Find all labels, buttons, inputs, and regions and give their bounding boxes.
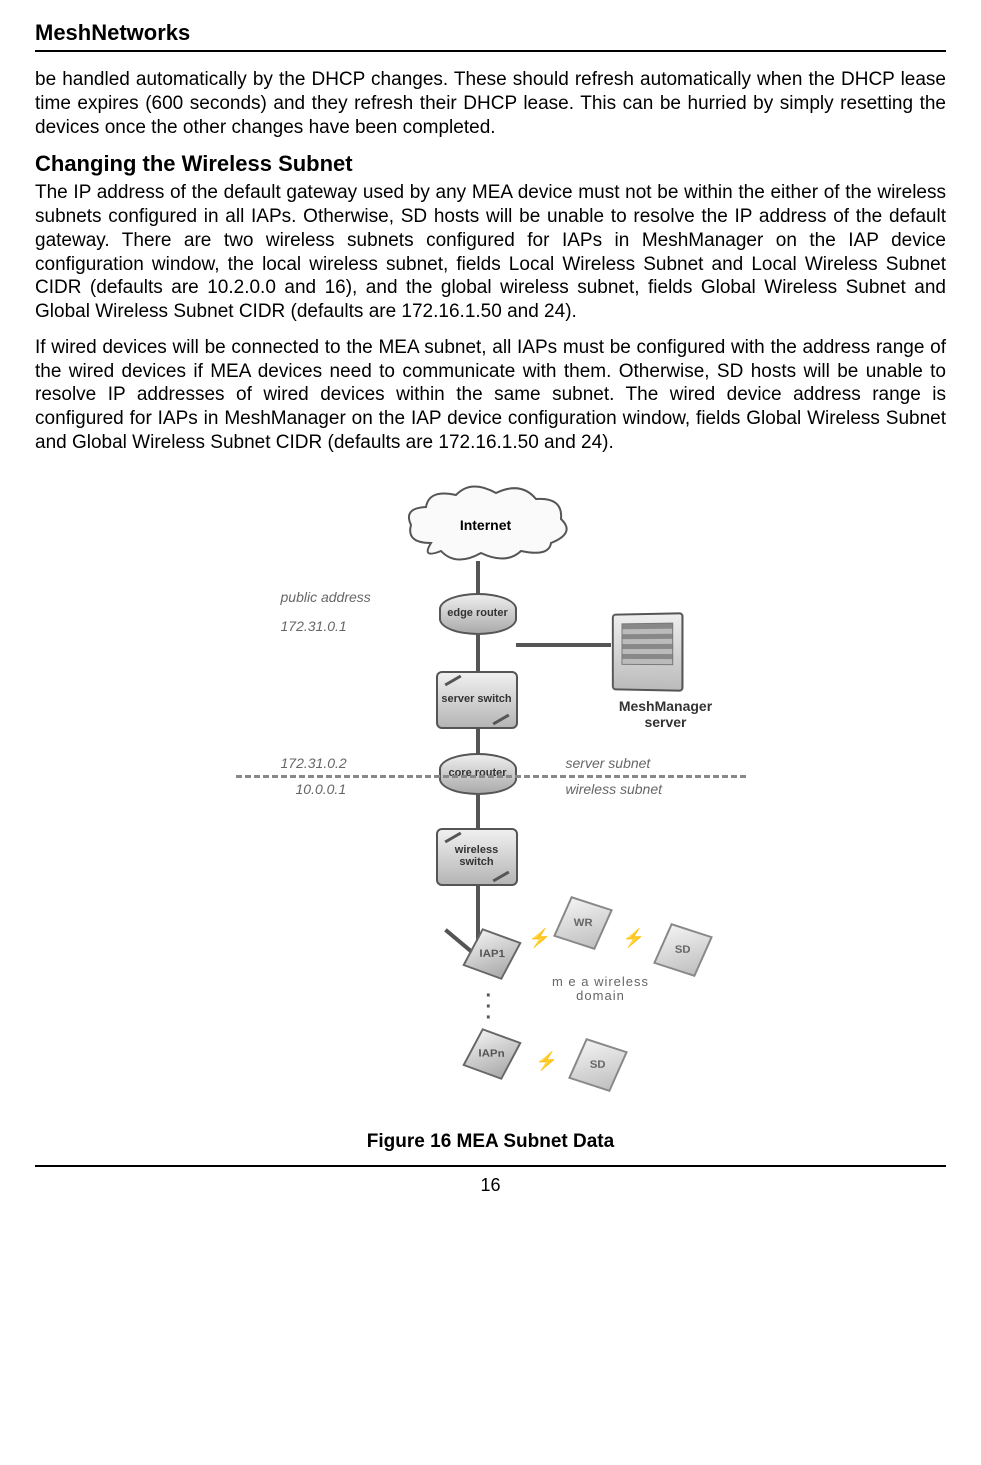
page-title: MeshNetworks — [35, 20, 946, 52]
wr-label: WR — [573, 917, 592, 929]
server-connector — [516, 643, 611, 647]
wireless-switch: wireless switch — [436, 828, 524, 886]
ip-label-3: 10.0.0.1 — [296, 781, 347, 797]
paragraph-gateway: The IP address of the default gateway us… — [35, 181, 946, 324]
backbone-line — [476, 635, 480, 673]
internet-cloud: Internet — [401, 483, 571, 568]
ip-label-2: 172.31.0.2 — [281, 755, 347, 771]
network-diagram: Internet edge router public address 172.… — [211, 483, 771, 1123]
paragraph-wired-devices: If wired devices will be connected to th… — [35, 336, 946, 455]
server-subnet-label: server subnet — [566, 755, 651, 771]
iapn-node: IAPn — [462, 1028, 521, 1080]
backbone-line — [476, 729, 480, 755]
figure-caption: Figure 16 MEA Subnet Data — [35, 1131, 946, 1153]
iapn-label: IAPn — [478, 1048, 504, 1060]
iap1-label: IAP1 — [479, 948, 505, 960]
iap1-node: IAP1 — [462, 928, 521, 980]
public-address-label: public address — [281, 589, 371, 605]
meshmanager-server — [611, 612, 683, 691]
page-number: 16 — [35, 1165, 946, 1196]
paragraph-intro: be handled automatically by the DHCP cha… — [35, 68, 946, 139]
iap-ellipsis: ··· — [486, 991, 493, 1024]
sd-node-2: SD — [568, 1037, 628, 1091]
sd2-label: SD — [590, 1059, 606, 1071]
lightning-icon: ⚡ — [536, 1051, 558, 1072]
backbone-line — [476, 795, 480, 830]
edge-router: edge router — [439, 593, 529, 635]
subnet-divider — [236, 775, 746, 778]
backbone-line — [476, 561, 480, 595]
server-switch-label: server switch — [441, 694, 511, 706]
cloud-label: Internet — [460, 517, 511, 533]
wireless-domain-label: m e a wireless domain — [551, 975, 651, 1004]
meshmanager-label: MeshManager server — [611, 698, 721, 730]
wireless-switch-label: wireless switch — [438, 845, 516, 868]
core-router: core router — [439, 753, 529, 795]
server-switch: server switch — [436, 671, 524, 729]
ip-label-1: 172.31.0.1 — [281, 618, 347, 634]
wr-node: WR — [553, 895, 613, 949]
figure-container: Internet edge router public address 172.… — [35, 483, 946, 1153]
edge-router-label: edge router — [447, 608, 508, 619]
lightning-icon: ⚡ — [529, 928, 551, 949]
section-heading-changing-wireless-subnet: Changing the Wireless Subnet — [35, 151, 946, 177]
wireless-subnet-label: wireless subnet — [566, 781, 663, 797]
sd-node-1: SD — [653, 922, 713, 976]
lightning-icon: ⚡ — [623, 928, 645, 949]
sd1-label: SD — [675, 944, 691, 956]
